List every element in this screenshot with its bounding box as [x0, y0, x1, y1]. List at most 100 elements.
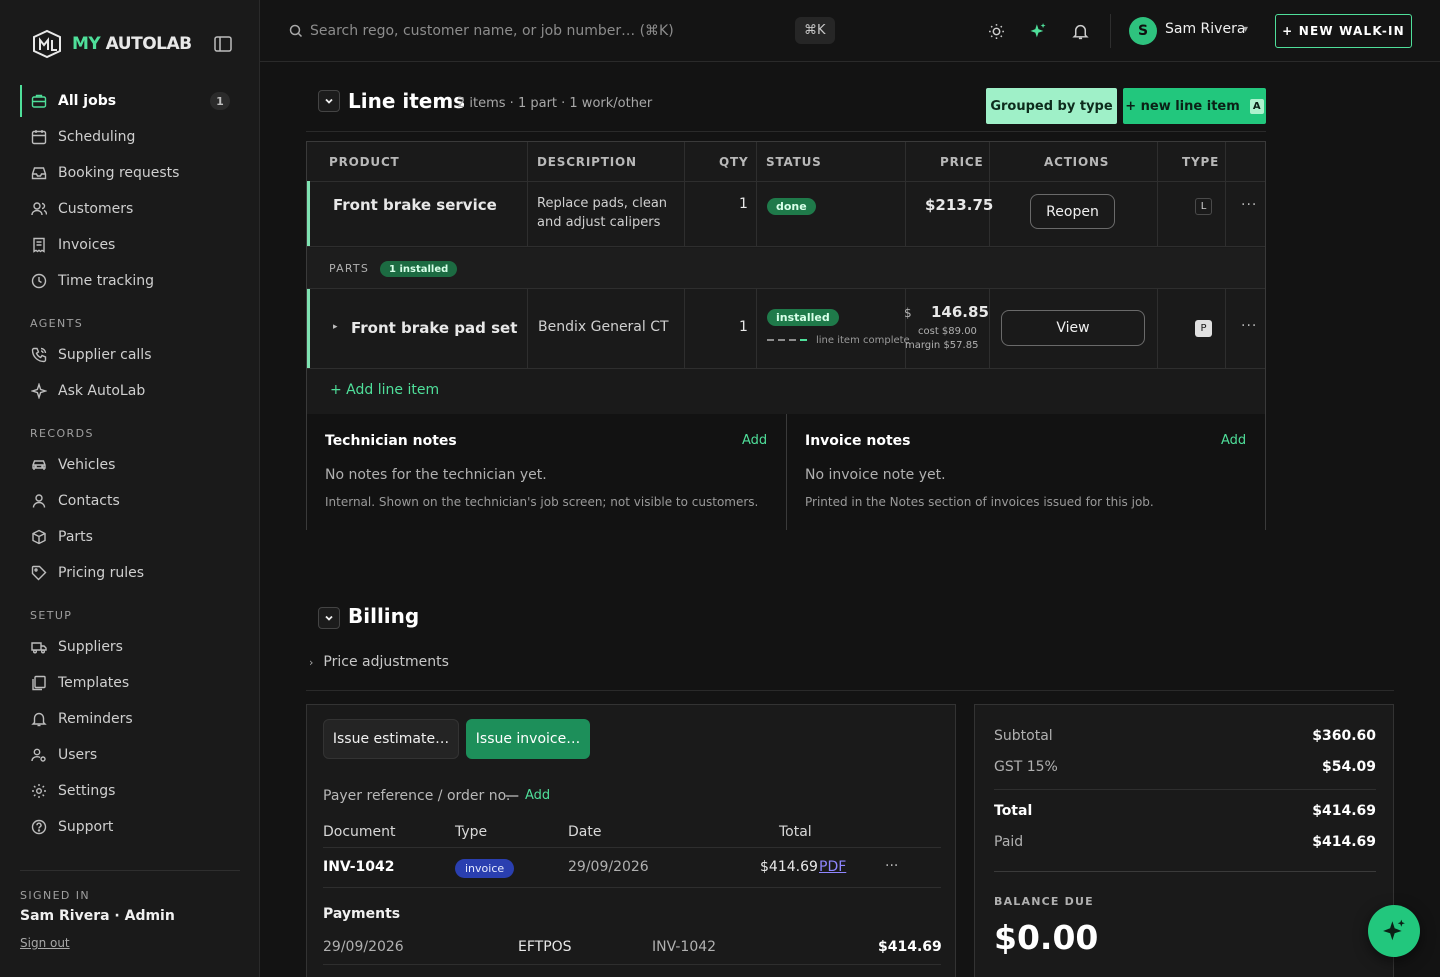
ai-assistant-fab[interactable] [1368, 905, 1420, 957]
status-badge[interactable]: done [767, 198, 816, 215]
row-price[interactable]: $213.75 [925, 196, 993, 214]
billing-collapse-button[interactable] [318, 607, 340, 629]
chevron-down-icon[interactable]: ▾ [1243, 24, 1248, 35]
sidebar-item-users[interactable]: Users [20, 737, 240, 773]
help-icon [30, 818, 48, 836]
sidebar-item-parts[interactable]: Parts [20, 519, 240, 555]
price-adjustments-toggle[interactable]: › Price adjustments [309, 654, 449, 670]
payments-label: Payments [323, 906, 401, 922]
sidebar-item-label: Supplier calls [58, 347, 152, 363]
balance-due-label: BALANCE DUE [994, 895, 1094, 908]
price-currency: $ [904, 306, 912, 320]
sidebar-item-vehicles[interactable]: Vehicles [20, 447, 240, 483]
add-invoice-note-button[interactable]: Add [1221, 433, 1246, 448]
more-icon[interactable]: ··· [885, 858, 898, 874]
more-icon[interactable]: ··· [1241, 318, 1257, 334]
sidebar-item-label: Vehicles [58, 457, 116, 473]
payment-method: EFTPOS [518, 939, 572, 955]
sidebar-item-invoices[interactable]: Invoices [20, 227, 240, 263]
users-icon [30, 200, 48, 218]
row-qty[interactable]: 1 [739, 319, 748, 335]
bell-icon [30, 710, 48, 728]
new-line-item-shortcut: A [1249, 98, 1264, 114]
user-menu-name[interactable]: Sam Rivera [1165, 21, 1245, 37]
row-product[interactable]: Front brake pad set [351, 319, 517, 337]
theme-toggle-button[interactable] [986, 21, 1006, 41]
add-line-item-link[interactable]: + Add line item [330, 382, 439, 398]
clock-icon [30, 272, 48, 290]
add-payer-reference-button[interactable]: Add [525, 788, 550, 803]
col-divider [1157, 288, 1158, 368]
reopen-button[interactable]: Reopen [1030, 194, 1115, 229]
sidebar-item-contacts[interactable]: Contacts [20, 483, 240, 519]
row-divider [307, 288, 1265, 289]
col-divider [905, 288, 906, 368]
more-icon[interactable]: ··· [1241, 197, 1257, 213]
row-divider [307, 246, 1265, 247]
sidebar-item-templates[interactable]: Templates [20, 665, 240, 701]
new-walk-in-button[interactable]: + NEW WALK-IN [1275, 14, 1412, 48]
total-row: Total $414.69 [994, 803, 1376, 819]
row-qty[interactable]: 1 [739, 196, 748, 212]
view-button[interactable]: View [1001, 310, 1145, 346]
sign-out-link[interactable]: Sign out [20, 936, 70, 950]
document-number[interactable]: INV-1042 [323, 859, 395, 875]
sidebar-item-booking-requests[interactable]: Booking requests [20, 155, 240, 191]
status-badge[interactable]: installed [767, 309, 839, 326]
sidebar-item-label: Time tracking [58, 273, 154, 289]
sidebar-collapse-icon[interactable] [214, 36, 232, 52]
sidebar-item-pricing-rules[interactable]: Pricing rules [20, 555, 240, 591]
column-header-description: DESCRIPTION [537, 154, 637, 169]
row-price[interactable]: 146.85 [931, 303, 989, 321]
sidebar-item-settings[interactable]: Settings [20, 773, 240, 809]
sidebar-item-support[interactable]: Support [20, 809, 240, 845]
doc-header-document: Document [323, 824, 396, 840]
doc-header-type: Type [455, 824, 488, 840]
row-product[interactable]: Front brake service [333, 196, 497, 214]
sidebar-item-ask-autolab[interactable]: Ask AutoLab [20, 373, 240, 409]
briefcase-icon [30, 92, 48, 110]
sidebar-item-all-jobs[interactable]: All jobs 1 [20, 83, 240, 119]
sidebar-item-suppliers[interactable]: Suppliers [20, 629, 240, 665]
completion-progress: line item complete [767, 335, 910, 346]
sidebar-item-label: All jobs [58, 93, 117, 109]
installed-count-badge: 1 installed [380, 261, 458, 277]
gst-row: GST 15% $54.09 [994, 759, 1376, 775]
price-adjustments-label: Price adjustments [323, 654, 449, 670]
calendar-icon [30, 128, 48, 146]
subtotal-label: Subtotal [994, 728, 1053, 744]
ai-assistant-button[interactable] [1028, 21, 1048, 41]
technician-notes-title: Technician notes [325, 433, 457, 449]
notifications-button[interactable] [1070, 21, 1090, 41]
receipt-icon [30, 236, 48, 254]
total-value: $414.69 [1312, 803, 1376, 819]
pdf-link[interactable]: PDF [819, 859, 846, 875]
doc-header-total: Total [779, 824, 812, 840]
paid-divider [994, 871, 1376, 872]
issue-estimate-button[interactable]: Issue estimate… [323, 719, 459, 759]
col-divider [527, 142, 528, 246]
new-line-item-button[interactable]: + new line item A [1123, 88, 1266, 124]
expand-chevron-icon[interactable]: ▸ [333, 322, 338, 332]
brand[interactable]: MY AUTOLAB [30, 28, 192, 60]
sidebar-item-time-tracking[interactable]: Time tracking [20, 263, 240, 299]
user-icon [30, 492, 48, 510]
line-items-collapse-button[interactable] [318, 90, 340, 112]
row-description[interactable]: Replace pads, clean and adjust calipers [537, 194, 677, 232]
document-type-badge: invoice [455, 859, 515, 878]
row-description[interactable]: Bendix General CT [538, 319, 669, 335]
payer-reference-value: — [505, 788, 519, 804]
search-input[interactable] [310, 16, 790, 46]
col-divider [905, 142, 906, 246]
sidebar-item-label: Booking requests [58, 165, 180, 181]
sidebar-item-reminders[interactable]: Reminders [20, 701, 240, 737]
avatar[interactable]: S [1129, 17, 1157, 45]
grouped-by-type-button[interactable]: Grouped by type [986, 88, 1117, 124]
issue-invoice-button[interactable]: Issue invoice… [466, 719, 590, 759]
col-divider [684, 288, 685, 368]
sidebar-item-customers[interactable]: Customers [20, 191, 240, 227]
sidebar-item-supplier-calls[interactable]: Supplier calls [20, 337, 240, 373]
brand-my: MY [72, 34, 101, 54]
add-technician-note-button[interactable]: Add [742, 433, 767, 448]
sidebar-item-scheduling[interactable]: Scheduling [20, 119, 240, 155]
